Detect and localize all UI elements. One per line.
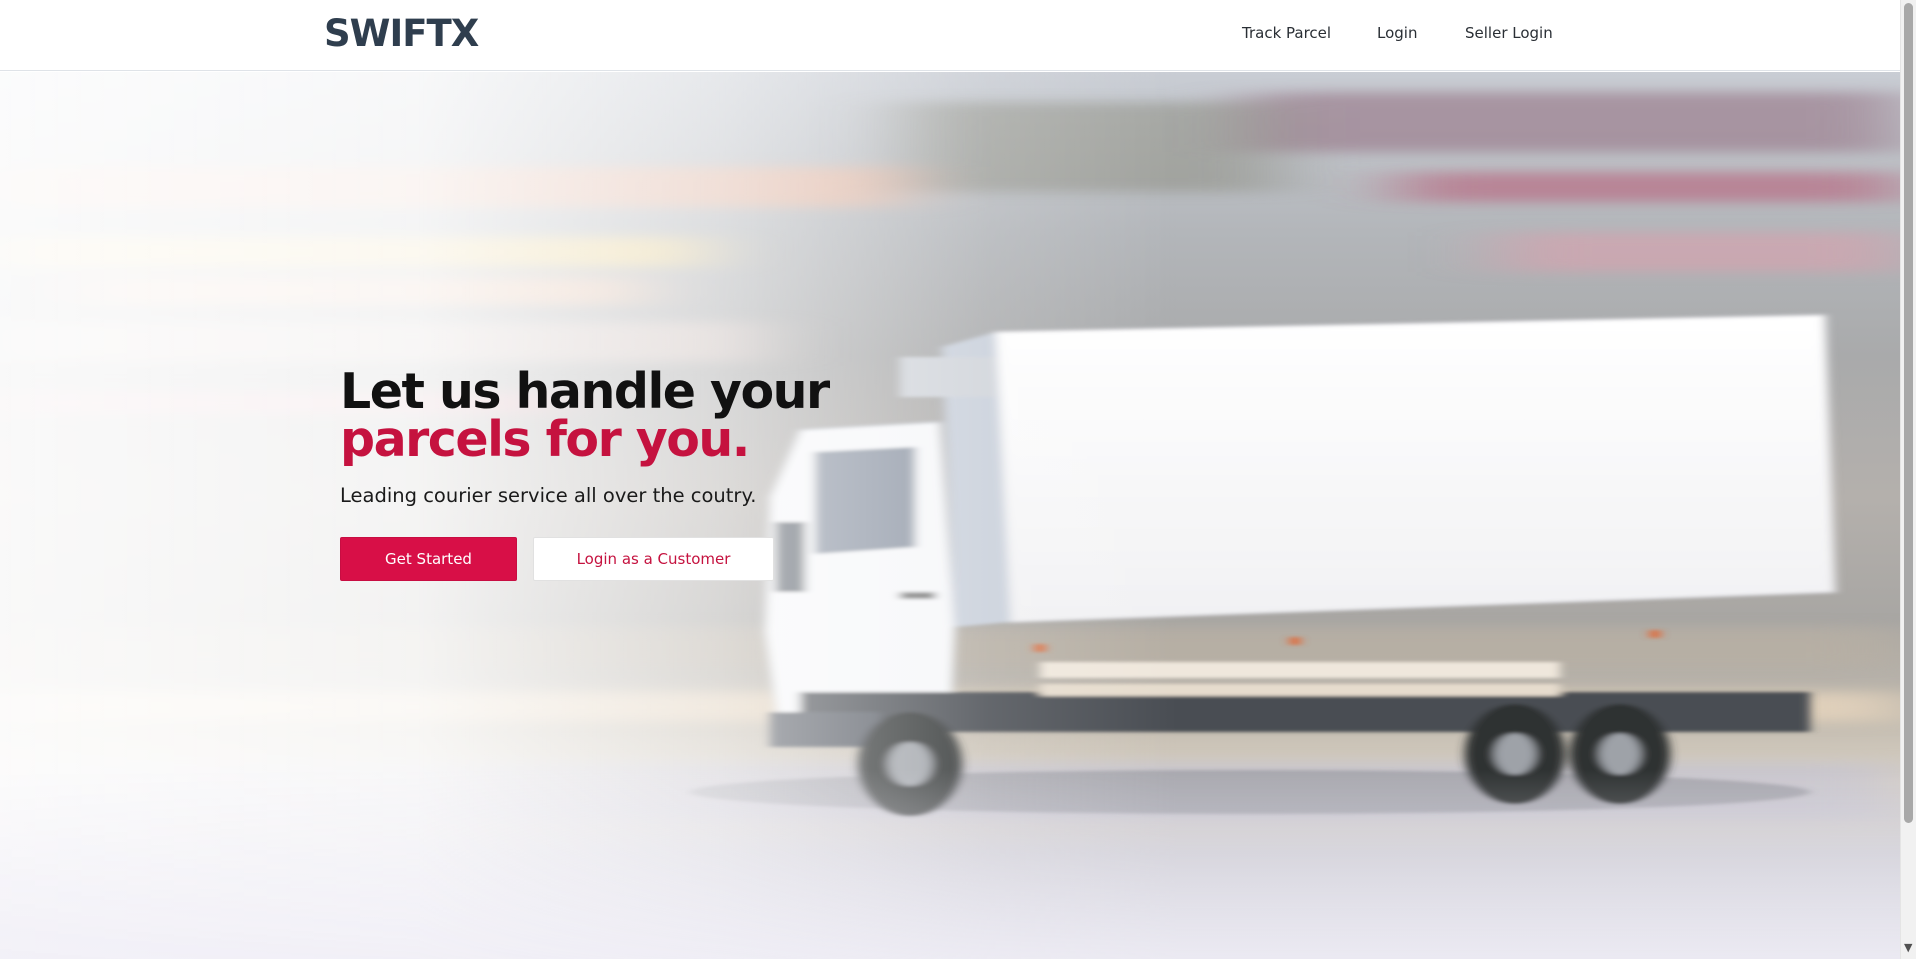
chevron-down-icon[interactable]: ▼ [1904,941,1912,955]
page-scrollbar[interactable]: ▼ [1900,0,1916,959]
scrollbar-thumb[interactable] [1904,3,1913,823]
hero-subtitle: Leading courier service all over the cou… [340,484,757,507]
nav-seller-login[interactable]: Seller Login [1465,24,1553,42]
hero-section [0,72,1900,959]
get-started-button[interactable]: Get Started [340,537,517,581]
hero-headline-accent: parcels for you. [340,411,750,468]
nav-login[interactable]: Login [1377,24,1417,42]
landing-page: SWIFTX Track Parcel Login Seller Login L… [0,0,1916,959]
nav-track-parcel[interactable]: Track Parcel [1242,24,1331,42]
hero-bottom-fade [0,769,1900,959]
login-as-customer-button[interactable]: Login as a Customer [533,537,774,581]
hero-headline: Let us handle your parcels for you. [340,367,830,468]
top-navbar: SWIFTX Track Parcel Login Seller Login [0,0,1900,71]
brand-logo[interactable]: SWIFTX [324,12,479,55]
hero-content: Let us handle your parcels for you. Lead… [340,367,830,581]
hero-button-group: Get Started Login as a Customer [340,537,829,581]
